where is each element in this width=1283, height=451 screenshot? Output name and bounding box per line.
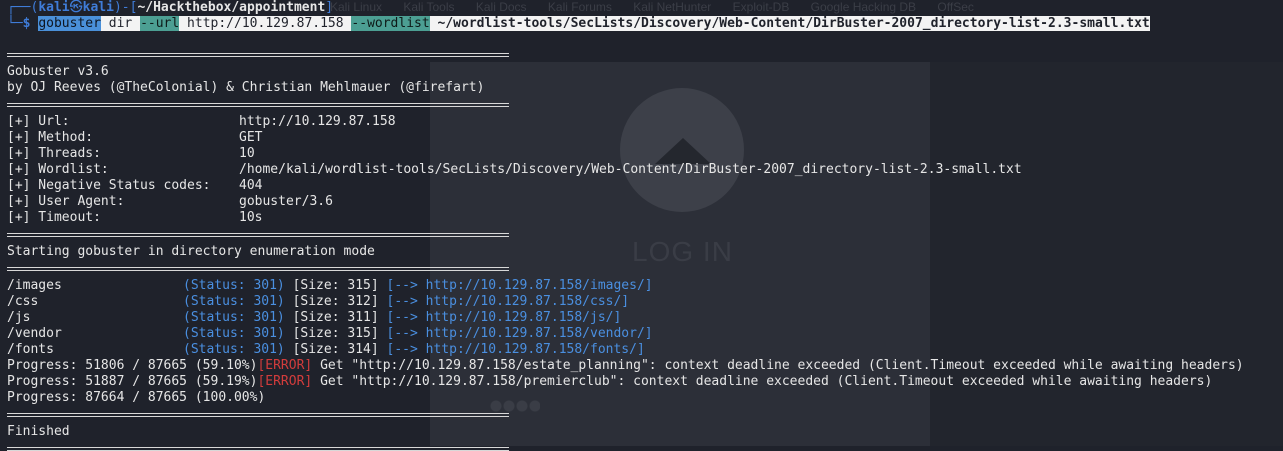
config-row: [+] Negative Status codes: 404 (7, 178, 1283, 194)
separator (7, 267, 509, 271)
separator (7, 53, 509, 57)
config-row: [+] Threads: 10 (7, 146, 1283, 162)
prompt-frame: └─ (7, 16, 23, 31)
command-url-flag[interactable]: --url (140, 16, 180, 31)
result-arrow: [--> (386, 326, 418, 341)
terminal-output[interactable]: ┌──(kali㉿kali)-[~/Hackthebox/appointment… (0, 0, 1283, 451)
separator (7, 233, 509, 237)
result-url[interactable]: http://10.129.87.158/fonts/] (426, 342, 645, 357)
config-key: [+] Wordlist: (7, 162, 109, 177)
config-row: [+] Wordlist: /home/kali/wordlist-tools/S… (7, 162, 1283, 178)
error-tag: [ERROR] (257, 374, 313, 389)
result-arrow: [--> (386, 310, 418, 325)
separator (7, 447, 509, 451)
result-path: /js (7, 310, 31, 325)
result-row: /css (Status: 301) [Size: 312] [--> http:… (7, 294, 1283, 310)
config-value: GET (239, 130, 263, 145)
result-url[interactable]: http://10.129.87.158/js/] (426, 310, 622, 325)
banner-authors: by OJ Reeves (@TheColonial) & Christian … (7, 80, 485, 95)
result-arrow: [--> (386, 278, 418, 293)
prompt-line: ┌──(kali㉿kali)-[~/Hackthebox/appointment… (7, 0, 1283, 16)
result-url[interactable]: http://10.129.87.158/vendor/] (426, 326, 653, 341)
result-row: /fonts (Status: 301) [Size: 314] [--> htt… (7, 342, 1283, 358)
config-value: 10 (239, 146, 255, 161)
result-row: /vendor (Status: 301) [Size: 315] [--> ht… (7, 326, 1283, 342)
result-path: /images (7, 278, 62, 293)
command-wordlist[interactable]: ~/wordlist-tools/SecLists/Discovery/Web-… (437, 16, 1150, 31)
result-size: [Size: 315] (292, 278, 379, 293)
command-wordlist-flag[interactable]: --wordlist (351, 16, 430, 31)
result-status: (Status: 301) (183, 278, 285, 293)
config-row: [+] Method: GET (7, 130, 1283, 146)
command-line[interactable]: └─$ gobuster dir --url http://10.129.87.… (7, 16, 1283, 32)
result-status: (Status: 301) (183, 326, 285, 341)
config-value: 10s (239, 210, 263, 225)
prompt-frame: ] (325, 0, 334, 15)
result-row: /images (Status: 301) [Size: 315] [--> ht… (7, 278, 1283, 294)
start-message: Starting gobuster in directory enumerati… (7, 244, 375, 259)
progress-text: Progress: 51887 / 87665 (59.19%) (7, 374, 258, 389)
progress-text: Progress: 51806 / 87665 (59.10%) (7, 358, 258, 373)
finished-message: Finished (7, 424, 70, 439)
prompt-dollar: $ (22, 16, 31, 31)
prompt-frame: )-[ (113, 0, 138, 15)
prompt-frame: ┌──( (7, 0, 39, 15)
config-row: [+] Url: http://10.129.87.158 (7, 114, 1283, 130)
prompt-host: kali (82, 0, 114, 15)
result-status: (Status: 301) (183, 310, 285, 325)
config-value: 404 (239, 178, 263, 193)
command-tool[interactable]: gobuster (38, 16, 101, 31)
result-size: [Size: 314] (292, 342, 379, 357)
result-path: /vendor (7, 326, 62, 341)
result-size: [Size: 311] (292, 310, 379, 325)
result-url[interactable]: http://10.129.87.158/images/] (426, 278, 653, 293)
config-key: [+] Threads: (7, 146, 101, 161)
config-value: gobuster/3.6 (239, 194, 333, 209)
result-row: /js (Status: 301) [Size: 311] [--> http:/… (7, 310, 1283, 326)
config-row: [+] Timeout: 10s (7, 210, 1283, 226)
error-tag: [ERROR] (257, 358, 313, 373)
result-arrow: [--> (386, 342, 418, 357)
config-key: [+] Method: (7, 130, 94, 145)
progress-line: Progress: 51887 / 87665 (59.19%)[ERROR] … (7, 374, 1283, 390)
separator (7, 103, 509, 107)
config-key: [+] User Agent: (7, 194, 125, 209)
config-value: http://10.129.87.158 (239, 114, 396, 129)
result-size: [Size: 312] (292, 294, 379, 309)
progress-line: Progress: 87664 / 87665 (100.00%) (7, 390, 1283, 406)
result-size: [Size: 315] (292, 326, 379, 341)
banner-version: Gobuster v3.6 (7, 64, 109, 79)
result-url[interactable]: http://10.129.87.158/css/] (426, 294, 630, 309)
config-key: [+] Negative Status codes: (7, 178, 211, 193)
progress-text: Progress: 87664 / 87665 (100.00%) (7, 390, 266, 405)
error-message: Get "http://10.129.87.158/estate_plannin… (312, 358, 1244, 373)
config-value: /home/kali/wordlist-tools/SecLists/Disco… (239, 162, 1022, 177)
prompt-at-symbol: ㉿ (69, 0, 83, 15)
config-row: [+] User Agent: gobuster/3.6 (7, 194, 1283, 210)
result-status: (Status: 301) (183, 342, 285, 357)
progress-line: Progress: 51806 / 87665 (59.10%)[ERROR] … (7, 358, 1283, 374)
command-mode[interactable]: dir (108, 16, 133, 31)
config-key: [+] Url: (7, 114, 70, 129)
result-status: (Status: 301) (183, 294, 285, 309)
prompt-user: kali (38, 0, 70, 15)
prompt-cwd: ~/Hackthebox/appointment (137, 0, 326, 15)
config-key: [+] Timeout: (7, 210, 101, 225)
result-path: /css (7, 294, 39, 309)
error-message: Get "http://10.129.87.158/premierclub": … (312, 374, 1213, 389)
result-path: /fonts (7, 342, 54, 357)
result-arrow: [--> (386, 294, 418, 309)
separator (7, 413, 509, 417)
command-url[interactable]: http://10.129.87.158 (187, 16, 344, 31)
